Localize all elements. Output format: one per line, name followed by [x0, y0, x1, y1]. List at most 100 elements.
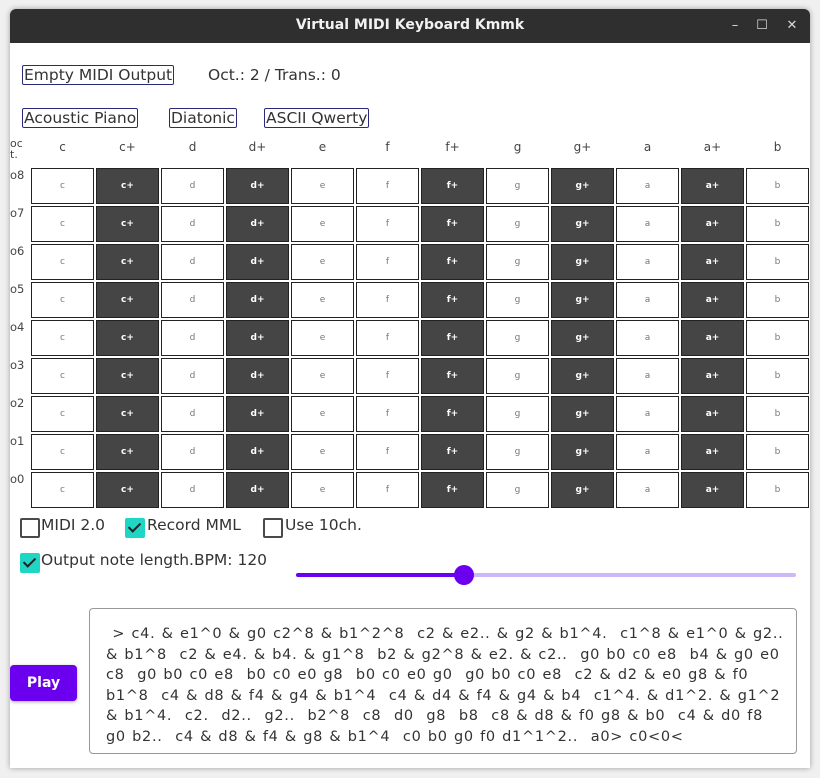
piano-key[interactable]: b	[746, 472, 809, 508]
piano-key[interactable]: f+	[421, 358, 484, 394]
piano-key[interactable]: a+	[681, 472, 744, 508]
piano-key[interactable]: f+	[421, 434, 484, 470]
piano-key[interactable]: c+	[96, 168, 159, 204]
piano-key[interactable]: a+	[681, 358, 744, 394]
piano-key[interactable]: a	[616, 396, 679, 432]
piano-key[interactable]: d	[161, 396, 224, 432]
piano-key[interactable]: d+	[226, 434, 289, 470]
minimize-icon[interactable]: –	[725, 16, 745, 36]
piano-key[interactable]: c+	[96, 244, 159, 280]
piano-key[interactable]: f+	[421, 472, 484, 508]
piano-key[interactable]: e	[291, 472, 354, 508]
piano-key[interactable]: a+	[681, 434, 744, 470]
piano-key[interactable]: c+	[96, 320, 159, 356]
piano-key[interactable]: d	[161, 244, 224, 280]
scale-button[interactable]: Diatonic	[169, 108, 237, 128]
piano-key[interactable]: c+	[96, 434, 159, 470]
piano-key[interactable]: a	[616, 320, 679, 356]
piano-key[interactable]: g	[486, 168, 549, 204]
midi2-checkbox[interactable]	[20, 518, 40, 538]
piano-key[interactable]: d+	[226, 244, 289, 280]
bpm-slider-fill[interactable]	[296, 573, 464, 577]
play-button[interactable]: Play	[10, 665, 77, 701]
piano-key[interactable]: a	[616, 282, 679, 318]
piano-key[interactable]: c+	[96, 472, 159, 508]
piano-key[interactable]: d+	[226, 282, 289, 318]
piano-key[interactable]: a	[616, 206, 679, 242]
piano-key[interactable]: g+	[551, 434, 614, 470]
piano-key[interactable]: f	[356, 358, 419, 394]
piano-key[interactable]: f+	[421, 396, 484, 432]
piano-key[interactable]: b	[746, 396, 809, 432]
piano-key[interactable]: a	[616, 472, 679, 508]
piano-key[interactable]: g+	[551, 206, 614, 242]
piano-key[interactable]: g	[486, 472, 549, 508]
piano-key[interactable]: f	[356, 434, 419, 470]
instrument-button[interactable]: Acoustic Piano	[22, 108, 139, 128]
piano-key[interactable]: c	[31, 244, 94, 280]
piano-key[interactable]: d+	[226, 472, 289, 508]
piano-key[interactable]: f+	[421, 206, 484, 242]
piano-key[interactable]: e	[291, 282, 354, 318]
piano-key[interactable]: c+	[96, 358, 159, 394]
piano-key[interactable]: g	[486, 434, 549, 470]
piano-key[interactable]: b	[746, 206, 809, 242]
piano-key[interactable]: g+	[551, 320, 614, 356]
piano-key[interactable]: d+	[226, 320, 289, 356]
piano-key[interactable]: f	[356, 244, 419, 280]
use-10ch-checkbox[interactable]	[263, 518, 283, 538]
maximize-icon[interactable]: ☐	[752, 16, 772, 36]
piano-key[interactable]: b	[746, 434, 809, 470]
piano-key[interactable]: a+	[681, 244, 744, 280]
piano-key[interactable]: g	[486, 282, 549, 318]
piano-key[interactable]: d+	[226, 206, 289, 242]
piano-key[interactable]: c+	[96, 396, 159, 432]
piano-key[interactable]: f	[356, 282, 419, 318]
piano-key[interactable]: f+	[421, 244, 484, 280]
piano-key[interactable]: a+	[681, 168, 744, 204]
piano-key[interactable]: d	[161, 472, 224, 508]
piano-key[interactable]: b	[746, 358, 809, 394]
piano-key[interactable]: e	[291, 168, 354, 204]
piano-key[interactable]: g	[486, 358, 549, 394]
piano-key[interactable]: g+	[551, 168, 614, 204]
piano-key[interactable]: a+	[681, 206, 744, 242]
piano-key[interactable]: b	[746, 320, 809, 356]
piano-key[interactable]: e	[291, 244, 354, 280]
output-note-length-checkbox[interactable]	[20, 553, 40, 573]
piano-key[interactable]: d	[161, 282, 224, 318]
piano-key[interactable]: g+	[551, 244, 614, 280]
record-mml-checkbox[interactable]	[125, 518, 145, 538]
piano-key[interactable]: g+	[551, 472, 614, 508]
piano-key[interactable]: f+	[421, 282, 484, 318]
piano-key[interactable]: c	[31, 282, 94, 318]
piano-key[interactable]: g	[486, 244, 549, 280]
piano-key[interactable]: a	[616, 434, 679, 470]
piano-key[interactable]: e	[291, 206, 354, 242]
piano-key[interactable]: g	[486, 206, 549, 242]
piano-key[interactable]: a	[616, 168, 679, 204]
piano-key[interactable]: c	[31, 396, 94, 432]
piano-key[interactable]: a+	[681, 282, 744, 318]
piano-key[interactable]: c+	[96, 206, 159, 242]
piano-key[interactable]: a	[616, 244, 679, 280]
piano-key[interactable]: d+	[226, 168, 289, 204]
piano-key[interactable]: f	[356, 206, 419, 242]
piano-key[interactable]: f+	[421, 168, 484, 204]
bpm-slider-thumb[interactable]	[454, 565, 474, 585]
piano-key[interactable]: c	[31, 472, 94, 508]
piano-key[interactable]: g+	[551, 396, 614, 432]
piano-key[interactable]: g+	[551, 282, 614, 318]
piano-key[interactable]: b	[746, 282, 809, 318]
piano-key[interactable]: c	[31, 434, 94, 470]
piano-key[interactable]: c	[31, 168, 94, 204]
piano-key[interactable]: f+	[421, 320, 484, 356]
piano-key[interactable]: g	[486, 320, 549, 356]
piano-key[interactable]: e	[291, 396, 354, 432]
piano-key[interactable]: d	[161, 206, 224, 242]
piano-key[interactable]: d+	[226, 396, 289, 432]
piano-key[interactable]: d	[161, 434, 224, 470]
piano-key[interactable]: d	[161, 320, 224, 356]
close-icon[interactable]: ✕	[782, 16, 802, 36]
piano-key[interactable]: g	[486, 396, 549, 432]
